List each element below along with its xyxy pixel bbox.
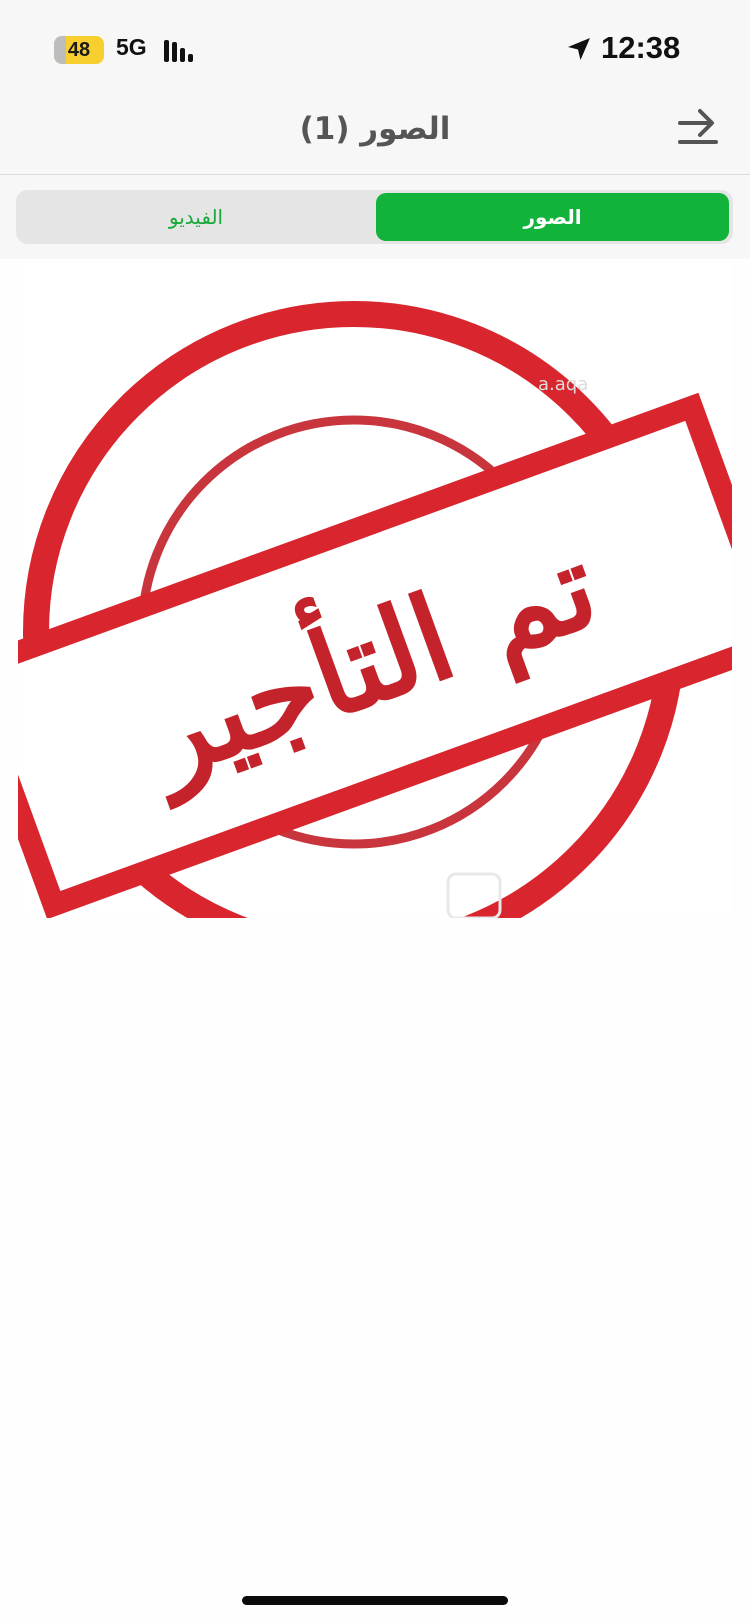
home-indicator [242,1596,508,1605]
status-bar: 48 5G 12:38 [0,0,750,84]
arrow-right-icon[interactable] [676,106,720,150]
signal-bars-icon [164,38,204,62]
nav-header: الصور (1) [0,84,750,175]
media-segment-control: الفيديو الصور [16,190,733,244]
page-title: الصور (1) [299,111,451,147]
tab-photos[interactable]: الصور [376,193,729,241]
property-photo[interactable]: تم التأجير a.aqa [18,262,732,918]
rented-stamp-image: تم التأجير a.aqa [18,301,732,918]
svg-text:a.aqa: a.aqa [538,374,588,395]
media-tabs-bar: الفيديو الصور [0,175,750,259]
tab-video[interactable]: الفيديو [16,190,376,244]
battery-empty-segment [54,36,66,64]
screen: 48 5G 12:38 الصور (1) الفيديو الصور تم ا… [0,0,750,1621]
network-type: 5G [116,34,147,60]
battery-indicator: 48 [54,36,104,64]
status-time: 12:38 [601,30,681,65]
location-arrow-icon [568,38,590,60]
battery-level: 48 [67,38,91,61]
